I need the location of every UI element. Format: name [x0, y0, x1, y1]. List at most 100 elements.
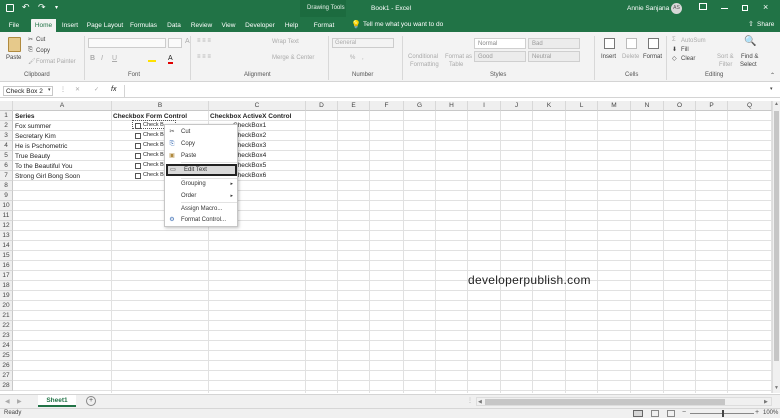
cell-a5[interactable]: True Beauty — [14, 152, 50, 162]
form-checkbox-label[interactable]: Check Bo — [143, 132, 164, 139]
form-checkbox-label[interactable]: Check Bo — [143, 172, 164, 179]
clear-icon[interactable]: ◇ — [672, 55, 677, 62]
fill-color-icon[interactable] — [148, 56, 156, 62]
row-header-2[interactable]: 2 — [0, 121, 13, 131]
share-button[interactable]: Share — [757, 21, 774, 28]
form-checkbox-box[interactable] — [135, 163, 141, 169]
align-top-icon[interactable]: ≡ ≡ ≡ — [197, 38, 211, 44]
conditional-formatting-button-line2[interactable]: Formatting — [410, 62, 439, 68]
row-header-23[interactable]: 23 — [0, 331, 13, 341]
autosum-icon[interactable]: Σ — [672, 37, 676, 43]
tab-formulas[interactable]: Formulas — [128, 19, 159, 32]
save-icon[interactable] — [6, 4, 14, 12]
undo-icon[interactable]: ↶ — [22, 2, 30, 13]
column-header-p[interactable]: P — [696, 101, 728, 111]
row-header-18[interactable]: 18 — [0, 281, 13, 291]
paste-icon[interactable] — [8, 37, 21, 52]
row-header-14[interactable]: 14 — [0, 241, 13, 251]
form-checkbox-label[interactable]: Check Bo — [143, 122, 164, 129]
menu-item-copy[interactable]: ⎘ Copy — [165, 139, 237, 150]
cell-a1[interactable]: Series — [14, 112, 35, 122]
scroll-left-icon[interactable]: ◀ — [478, 399, 482, 405]
prev-sheet-icon[interactable]: ◀ — [5, 398, 10, 405]
page-break-view-icon[interactable] — [667, 410, 675, 417]
restore-icon[interactable] — [742, 5, 748, 11]
form-checkbox-box[interactable] — [135, 173, 141, 179]
sort-filter-button[interactable]: Sort & — [717, 54, 734, 60]
column-header-m[interactable]: M — [598, 101, 631, 111]
ribbon-display-icon[interactable] — [699, 3, 707, 10]
row-header-22[interactable]: 22 — [0, 321, 13, 331]
insert-cells-button[interactable]: Insert — [601, 54, 616, 60]
menu-item-assign-macro[interactable]: Assign Macro... — [165, 204, 237, 215]
row-header-15[interactable]: 15 — [0, 251, 13, 261]
merge-center-button[interactable]: Merge & Center — [272, 55, 314, 61]
normal-view-icon[interactable] — [633, 410, 643, 417]
row-header-26[interactable]: 26 — [0, 361, 13, 371]
font-color-icon[interactable]: A — [168, 55, 173, 64]
row-header-5[interactable]: 5 — [0, 151, 13, 161]
column-header-c[interactable]: C — [209, 101, 306, 111]
fill-button[interactable]: Fill — [681, 47, 689, 53]
column-header-b[interactable]: B — [112, 101, 209, 111]
column-header-f[interactable]: F — [370, 101, 404, 111]
worksheet-grid[interactable]: ABCDEFGHIJKLMNOPQ 1 2 3 4 5 6 7 8 9 10 11 12 13 14 15 1… — [0, 101, 772, 393]
style-neutral[interactable]: Neutral — [528, 51, 580, 62]
column-header-o[interactable]: O — [664, 101, 696, 111]
cell-a3[interactable]: Secretary Kim — [14, 132, 56, 142]
font-size-box[interactable] — [168, 38, 182, 48]
autosum-button[interactable]: AutoSum — [681, 38, 706, 44]
clear-button[interactable]: Clear — [681, 56, 695, 62]
vertical-scrollbar[interactable]: ▲ ▼ — [772, 101, 780, 393]
column-header-q[interactable]: Q — [728, 101, 772, 111]
menu-item-cut[interactable]: ✂ Cut — [165, 127, 237, 138]
row-header-21[interactable]: 21 — [0, 311, 13, 321]
tab-developer[interactable]: Developer — [242, 19, 278, 32]
row-header-16[interactable]: 16 — [0, 261, 13, 271]
column-header-h[interactable]: H — [436, 101, 468, 111]
zoom-in-icon[interactable]: + — [755, 409, 759, 416]
format-as-table-button-line2[interactable]: Table — [449, 62, 463, 68]
cancel-entry-icon[interactable]: ✕ — [75, 86, 80, 93]
row-header-8[interactable]: 8 — [0, 181, 13, 191]
paste-button[interactable]: Paste — [6, 55, 21, 61]
row-header-17[interactable]: 17 — [0, 271, 13, 281]
tab-file[interactable]: File — [4, 19, 24, 32]
delete-cells-button[interactable]: Delete — [622, 54, 639, 60]
column-header-i[interactable]: I — [468, 101, 501, 111]
format-painter-button[interactable]: Format Painter — [36, 59, 76, 65]
format-cells-icon[interactable] — [648, 38, 659, 49]
form-checkbox-box[interactable] — [135, 143, 141, 149]
row-header-10[interactable]: 10 — [0, 201, 13, 211]
format-as-table-button[interactable]: Format as — [445, 54, 472, 60]
select-all-corner[interactable] — [0, 101, 13, 111]
form-checkbox-label[interactable]: Check Bo — [143, 142, 164, 149]
zoom-out-icon[interactable]: − — [682, 409, 686, 416]
insert-function-button[interactable]: fx — [111, 86, 116, 93]
menu-item-format-control[interactable]: ⚙ Format Control... — [165, 215, 237, 226]
row-header-1[interactable]: 1 — [0, 111, 13, 121]
name-box[interactable]: Check Box 2 — [3, 86, 53, 96]
add-sheet-icon[interactable]: + — [86, 396, 96, 406]
column-header-k[interactable]: K — [533, 101, 566, 111]
user-name[interactable]: Annie Sanjana — [627, 5, 669, 12]
tab-view[interactable]: View — [218, 19, 239, 32]
column-header-d[interactable]: D — [306, 101, 338, 111]
tab-insert[interactable]: Insert — [58, 19, 82, 32]
vertical-scroll-thumb[interactable] — [774, 111, 779, 361]
horizontal-scrollbar[interactable]: ◀ ▶ — [476, 397, 772, 406]
tab-page-layout[interactable]: Page Layout — [85, 19, 125, 32]
cut-button[interactable]: Cut — [36, 37, 45, 43]
row-header-27[interactable]: 27 — [0, 371, 13, 381]
form-checkbox-box[interactable] — [135, 123, 141, 129]
tell-me-input[interactable]: Tell me what you want to do — [363, 21, 443, 28]
delete-cells-icon[interactable] — [626, 38, 637, 49]
row-header-12[interactable]: 12 — [0, 221, 13, 231]
find-select-button[interactable]: Find & — [741, 54, 758, 60]
form-checkbox-box[interactable] — [135, 133, 141, 139]
style-bad[interactable]: Bad — [528, 38, 580, 49]
form-checkbox-box[interactable] — [135, 153, 141, 159]
zoom-slider-thumb[interactable] — [722, 410, 724, 417]
expand-formula-bar-icon[interactable]: ▾ — [770, 86, 773, 92]
row-header-3[interactable]: 3 — [0, 131, 13, 141]
